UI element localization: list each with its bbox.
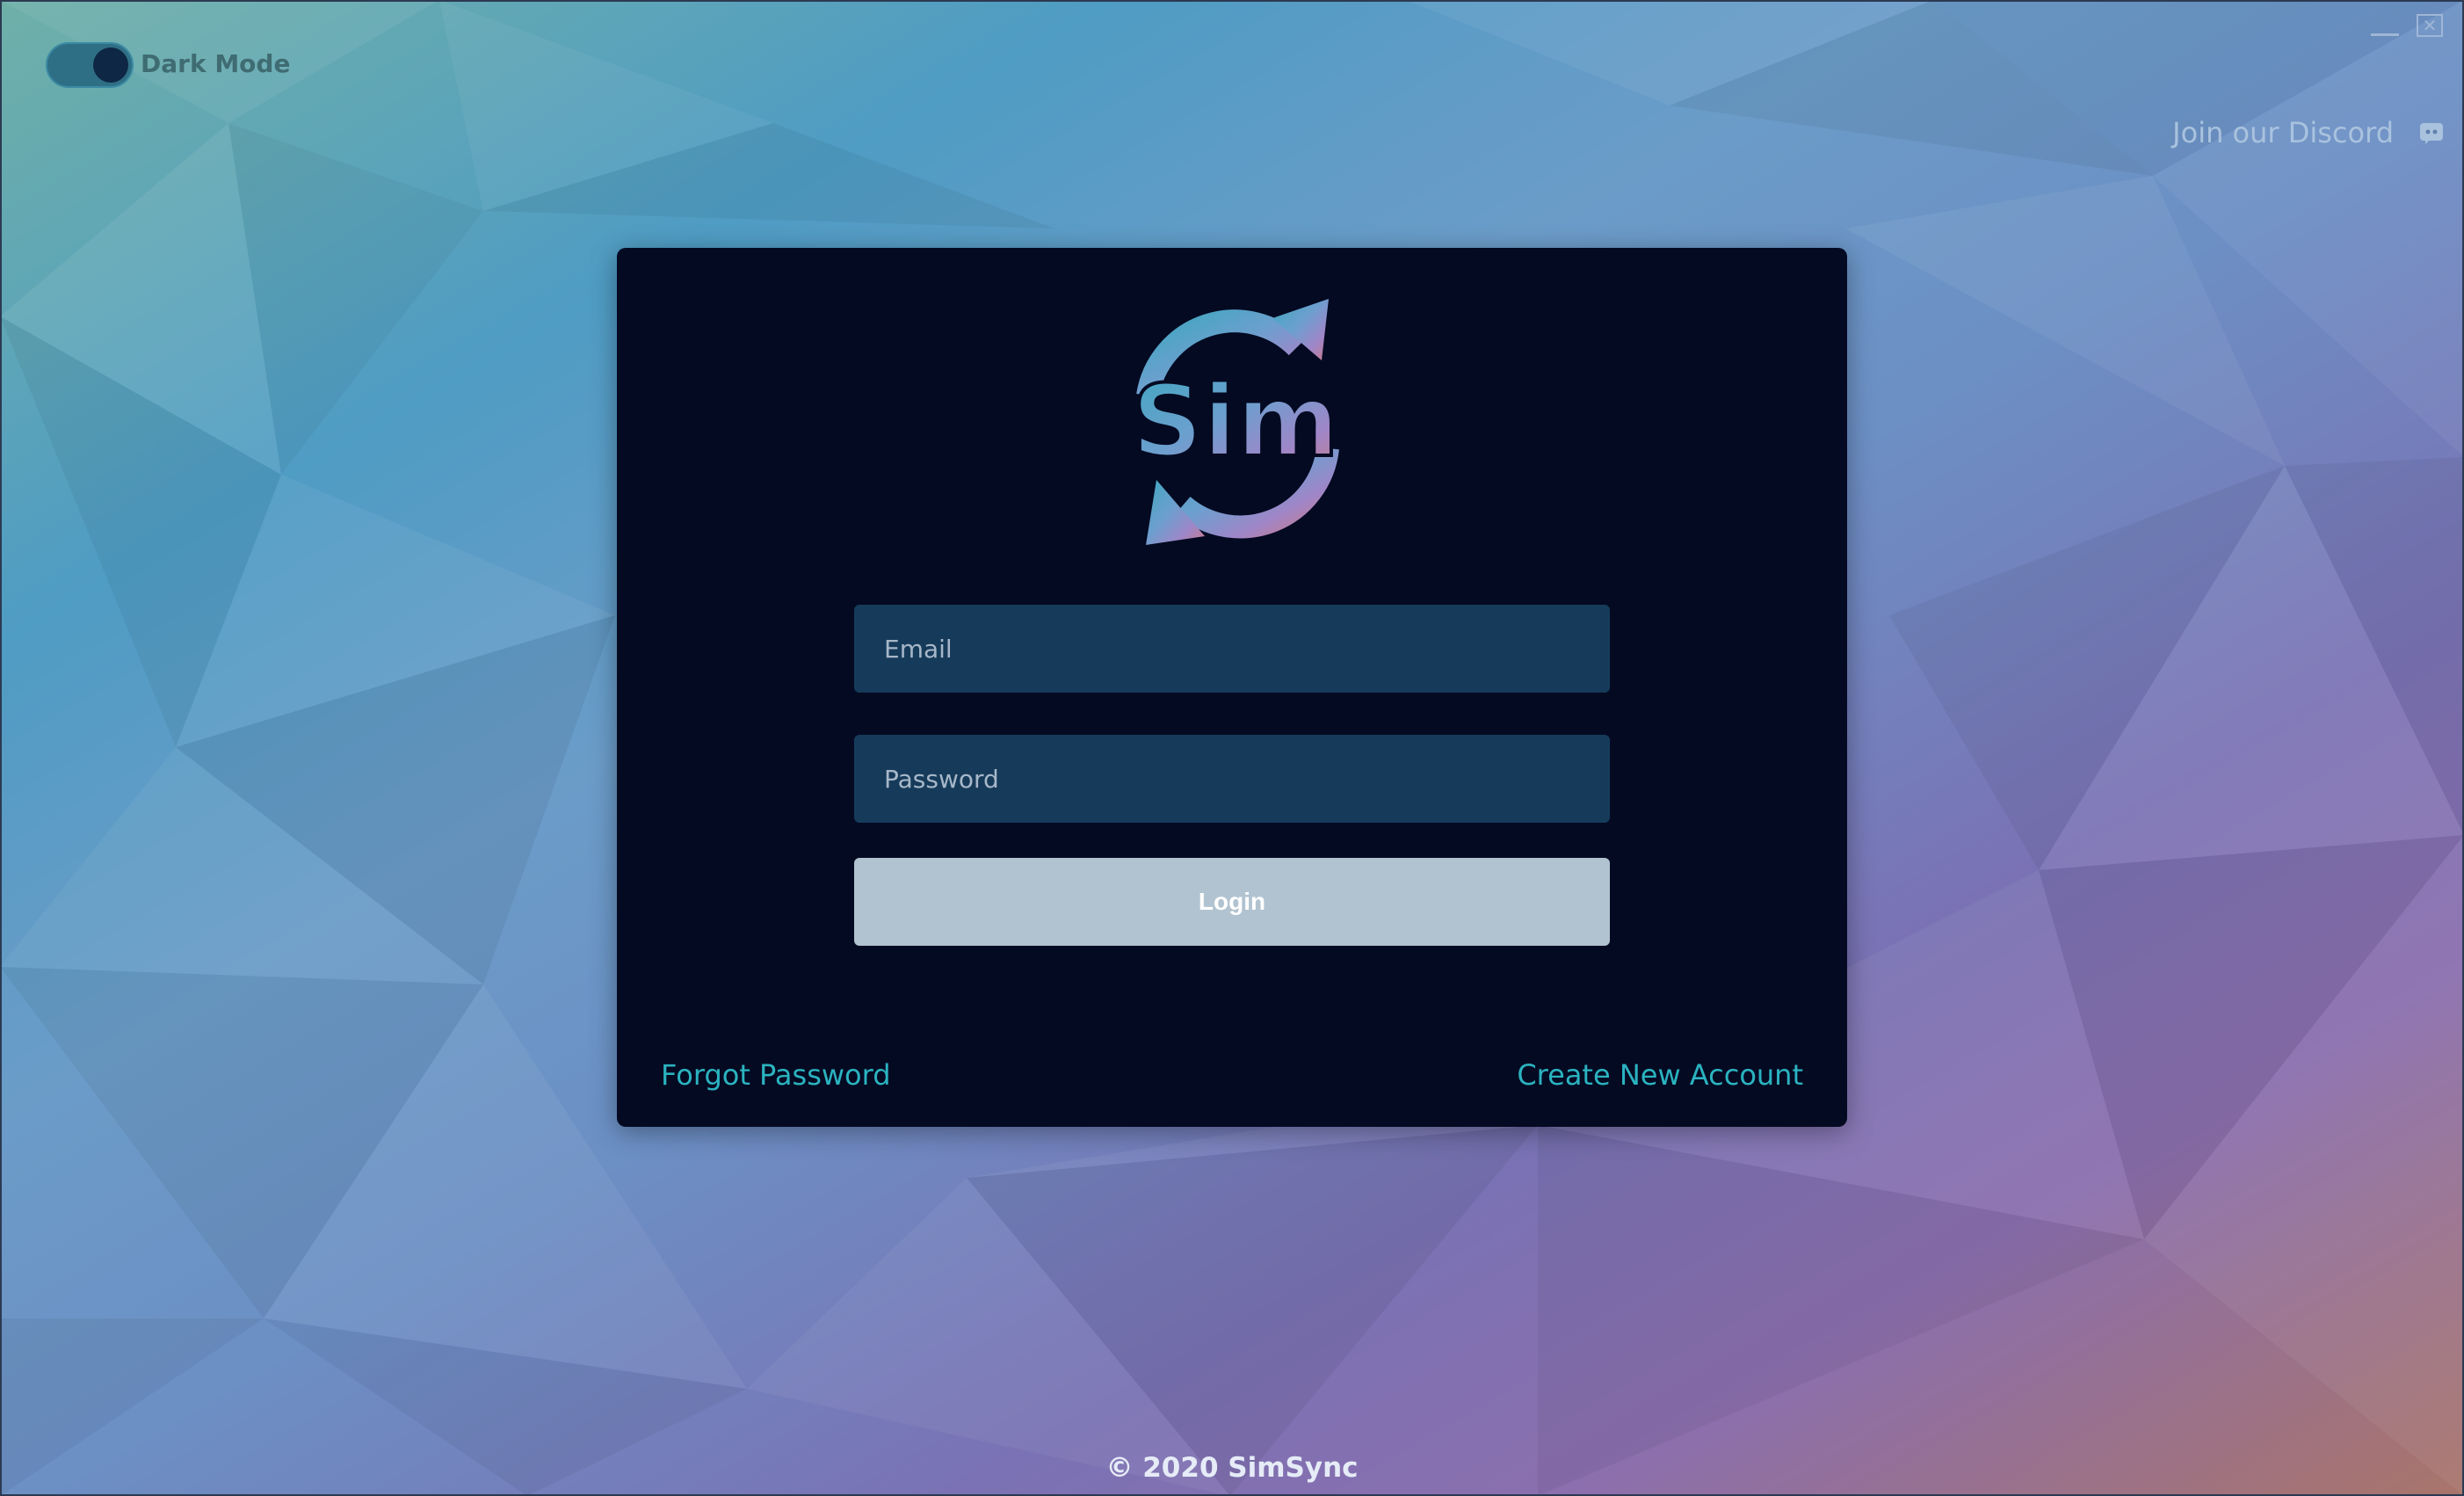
login-button[interactable]: Login bbox=[854, 858, 1610, 946]
login-card: Sim Login Forgot Password Create New Acc… bbox=[617, 248, 1847, 1127]
forgot-password-link[interactable]: Forgot Password bbox=[661, 1058, 891, 1092]
email-field-container bbox=[854, 605, 1610, 693]
footer-copyright: © 2020 SimSync bbox=[1105, 1452, 1359, 1484]
simsync-logo: Sim bbox=[1130, 299, 1341, 545]
dark-mode-toggle[interactable] bbox=[46, 42, 134, 88]
toggle-knob bbox=[93, 47, 128, 83]
close-icon[interactable]: ✕ bbox=[2417, 14, 2443, 37]
discord-icon[interactable] bbox=[2418, 120, 2445, 146]
discord-link[interactable]: Join our Discord bbox=[2172, 116, 2394, 149]
logo-text: Sim bbox=[1132, 365, 1339, 479]
create-account-link[interactable]: Create New Account bbox=[1517, 1058, 1803, 1092]
password-input[interactable] bbox=[882, 763, 1610, 795]
minimize-icon[interactable] bbox=[2371, 33, 2399, 36]
password-field-container bbox=[854, 735, 1610, 823]
email-input[interactable] bbox=[882, 633, 1610, 664]
dark-mode-label: Dark Mode bbox=[141, 49, 291, 78]
